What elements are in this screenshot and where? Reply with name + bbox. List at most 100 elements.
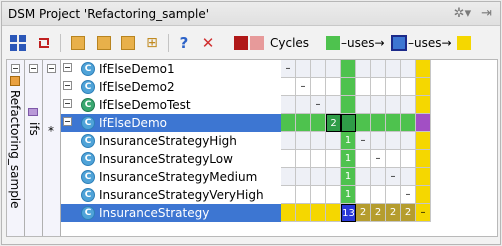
matrix-cell[interactable] [296, 96, 311, 114]
matrix-cell[interactable] [371, 168, 386, 186]
matrix-cell[interactable] [401, 114, 416, 132]
matrix-cell[interactable] [416, 150, 431, 168]
matrix-cell[interactable] [416, 132, 431, 150]
matrix-cell[interactable] [326, 150, 341, 168]
matrix-cell[interactable] [326, 60, 341, 78]
matrix-cell[interactable] [356, 150, 371, 168]
matrix-cell[interactable] [371, 114, 386, 132]
matrix-cell[interactable]: – [371, 150, 386, 168]
matrix-cell[interactable] [386, 132, 401, 150]
matrix-cell[interactable] [356, 114, 371, 132]
matrix-cell[interactable] [341, 78, 356, 96]
matrix-cell[interactable] [311, 60, 326, 78]
matrix-cell[interactable] [416, 60, 431, 78]
matrix-cell[interactable] [386, 96, 401, 114]
matrix-cell[interactable] [311, 204, 326, 222]
matrix-cell[interactable] [386, 60, 401, 78]
matrix-cell[interactable] [371, 132, 386, 150]
matrix-cell[interactable]: 2 [371, 204, 386, 222]
matrix-cell[interactable] [326, 78, 341, 96]
matrix-cell[interactable] [281, 132, 296, 150]
matrix-cell[interactable]: 2 [386, 204, 401, 222]
matrix-cell[interactable] [311, 186, 326, 204]
tree-row-selected[interactable]: C IfElseDemo [61, 114, 281, 132]
matrix-cell[interactable] [371, 60, 386, 78]
expand-matrix-button[interactable] [8, 33, 28, 53]
matrix-cell[interactable] [326, 186, 341, 204]
matrix-cell[interactable] [311, 150, 326, 168]
matrix-cell[interactable]: 2 [356, 204, 371, 222]
collapse-toggle[interactable] [63, 81, 72, 90]
matrix-cell[interactable] [401, 132, 416, 150]
matrix-cell[interactable] [401, 168, 416, 186]
matrix-cell[interactable] [326, 204, 341, 222]
matrix-cell[interactable] [401, 96, 416, 114]
matrix-cell[interactable] [356, 78, 371, 96]
matrix-cell[interactable]: 1 [341, 132, 356, 150]
matrix-cell[interactable] [386, 78, 401, 96]
matrix-cell[interactable] [281, 186, 296, 204]
hierarchy-button[interactable]: ⊞ [142, 33, 162, 53]
matrix-cell[interactable] [281, 204, 296, 222]
matrix-cell[interactable] [311, 132, 326, 150]
matrix-cell[interactable] [356, 96, 371, 114]
gear-icon[interactable]: ✲▾ [454, 6, 471, 21]
matrix-cell[interactable]: – [311, 96, 326, 114]
matrix-cell[interactable] [326, 96, 341, 114]
matrix-cell[interactable]: – [281, 60, 296, 78]
matrix-cell[interactable]: – [386, 168, 401, 186]
matrix-cell[interactable] [326, 168, 341, 186]
matrix-cell[interactable]: 2 [401, 204, 416, 222]
close-button[interactable]: ✕ [198, 33, 218, 53]
matrix-cell[interactable] [281, 78, 296, 96]
matrix-cell[interactable] [416, 186, 431, 204]
matrix-cell[interactable] [281, 96, 296, 114]
matrix-cell[interactable] [356, 60, 371, 78]
matrix-cell[interactable]: – [416, 204, 431, 222]
matrix-cell[interactable] [416, 114, 431, 132]
matrix-cell[interactable]: 1 [341, 168, 356, 186]
matrix-cell[interactable]: 1 [341, 186, 356, 204]
matrix-cell[interactable] [296, 132, 311, 150]
folder-button-1[interactable] [68, 33, 88, 53]
matrix-cell[interactable] [311, 114, 326, 132]
matrix-cell[interactable] [296, 114, 311, 132]
collapse-toggle[interactable] [63, 117, 72, 126]
tree-row-selected[interactable]: C InsuranceStrategy [61, 204, 281, 222]
folder-button-2[interactable] [94, 33, 114, 53]
matrix-cell[interactable] [296, 186, 311, 204]
matrix-cell[interactable] [281, 114, 296, 132]
matrix-cell[interactable] [371, 186, 386, 204]
matrix-cell[interactable] [326, 132, 341, 150]
matrix-cell[interactable] [371, 78, 386, 96]
hide-panel-icon[interactable]: ⇥ [481, 6, 492, 21]
matrix-cell[interactable]: – [356, 132, 371, 150]
matrix-cell[interactable]: 1 [341, 150, 356, 168]
matrix-cell[interactable] [416, 78, 431, 96]
matrix-cell[interactable] [401, 60, 416, 78]
help-button[interactable]: ? [174, 33, 194, 53]
matrix-cell[interactable] [416, 96, 431, 114]
matrix-cell[interactable] [296, 204, 311, 222]
matrix-cell[interactable]: 2 [326, 114, 341, 132]
matrix-cell[interactable] [341, 114, 356, 132]
matrix-cell[interactable] [296, 60, 311, 78]
matrix-cell[interactable] [341, 60, 356, 78]
matrix-cell[interactable] [401, 150, 416, 168]
matrix-cell[interactable] [281, 150, 296, 168]
matrix-cell[interactable] [386, 114, 401, 132]
matrix-cell[interactable] [296, 150, 311, 168]
matrix-cell[interactable] [401, 78, 416, 96]
collapse-toggle[interactable] [63, 63, 72, 72]
folder-button-3[interactable] [118, 33, 138, 53]
matrix-cell[interactable] [416, 168, 431, 186]
matrix-cell[interactable]: – [401, 186, 416, 204]
matrix-cell[interactable] [386, 186, 401, 204]
matrix-cell[interactable] [386, 150, 401, 168]
matrix-cell[interactable] [356, 168, 371, 186]
matrix-cell[interactable]: – [296, 78, 311, 96]
matrix-cell[interactable] [341, 96, 356, 114]
collapse-toggle[interactable] [63, 99, 72, 108]
matrix-cell[interactable]: 13 [341, 204, 356, 222]
matrix-cell[interactable] [311, 168, 326, 186]
